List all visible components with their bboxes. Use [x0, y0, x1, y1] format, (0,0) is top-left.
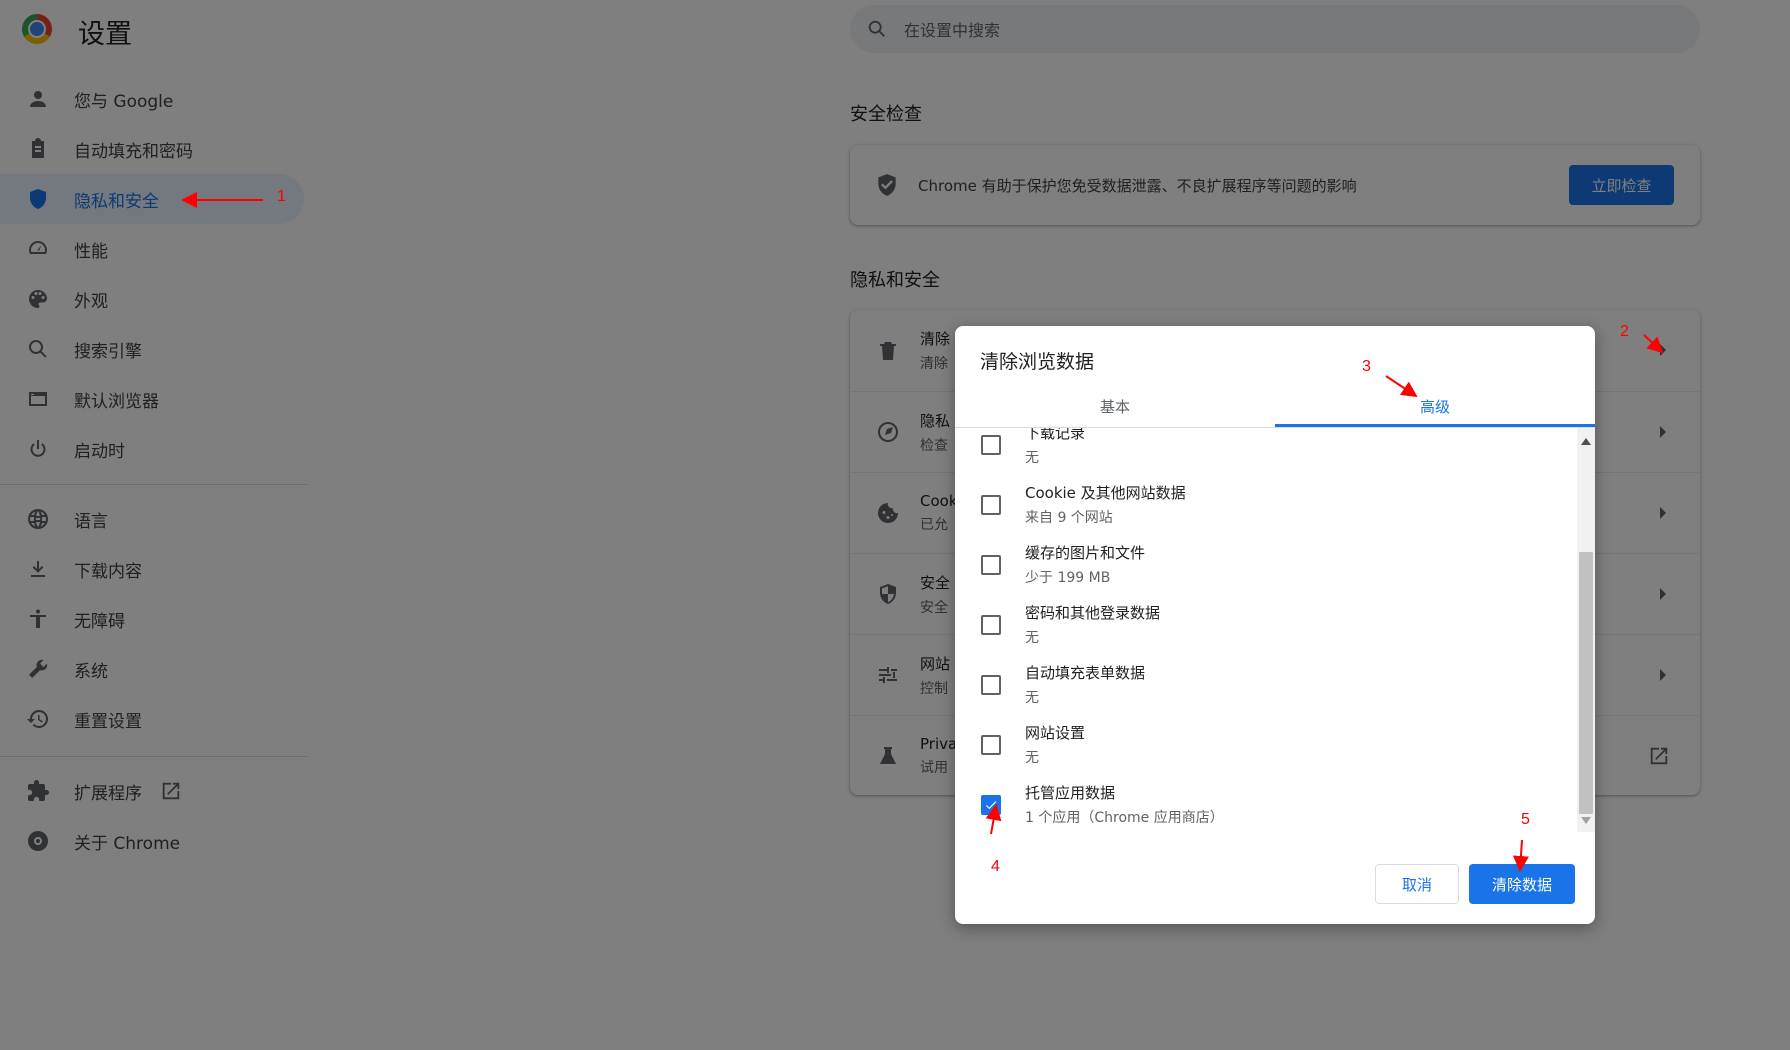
item-title: 托管应用数据 — [1025, 784, 1116, 802]
annotation-label-3: 3 — [1362, 358, 1371, 375]
dialog-title: 清除浏览数据 — [980, 351, 1095, 373]
list-item-autofill[interactable]: 自动填充表单数据 无 — [955, 656, 1555, 716]
list-item-cookies[interactable]: Cookie 及其他网站数据 来自 9 个网站 — [955, 476, 1555, 536]
clear-browsing-data-dialog: 清除浏览数据 基本 高级 下载记录 无 Cookie 及其他网站数据 来自 9 … — [955, 326, 1595, 924]
clear-data-button[interactable]: 清除数据 — [1469, 864, 1575, 904]
checkbox[interactable] — [981, 675, 1001, 695]
item-subtitle: 无 — [1025, 690, 1039, 706]
scroll-down-arrow-icon[interactable] — [1581, 817, 1591, 824]
annotation-label-2: 2 — [1620, 323, 1629, 340]
checkbox[interactable] — [981, 615, 1001, 635]
checkbox[interactable] — [981, 735, 1001, 755]
tab-basic[interactable]: 基本 — [955, 386, 1275, 427]
item-title: 密码和其他登录数据 — [1025, 604, 1161, 622]
item-title: 缓存的图片和文件 — [1025, 544, 1146, 562]
item-subtitle: 无 — [1025, 630, 1039, 646]
annotation-label-5: 5 — [1521, 811, 1530, 828]
list-item-cached-images[interactable]: 缓存的图片和文件 少于 199 MB — [955, 536, 1555, 596]
cancel-button[interactable]: 取消 — [1375, 864, 1459, 904]
item-title: 自动填充表单数据 — [1025, 664, 1146, 682]
item-title: 下载记录 — [1025, 428, 1086, 442]
scroll-up-arrow-icon[interactable] — [1581, 438, 1591, 445]
item-title: 网站设置 — [1025, 724, 1086, 742]
annotation-label-4: 4 — [991, 858, 1000, 875]
item-subtitle: 1 个应用（Chrome 应用商店） — [1025, 810, 1224, 826]
checkbox-checked[interactable] — [981, 795, 1001, 815]
item-subtitle: 无 — [1025, 450, 1039, 466]
list-item-passwords[interactable]: 密码和其他登录数据 无 — [955, 596, 1555, 656]
annotation-label-1: 1 — [277, 188, 286, 205]
tab-advanced[interactable]: 高级 — [1275, 386, 1595, 427]
clear-data-options-list[interactable]: 下载记录 无 Cookie 及其他网站数据 来自 9 个网站 缓存的图片和文件 … — [955, 428, 1577, 832]
checkbox[interactable] — [981, 495, 1001, 515]
list-item-site-settings[interactable]: 网站设置 无 — [955, 716, 1555, 776]
list-item-download-history[interactable]: 下载记录 无 — [955, 428, 1555, 476]
scrollbar-thumb[interactable] — [1579, 552, 1593, 814]
item-title: Cookie 及其他网站数据 — [1025, 484, 1186, 502]
list-item-hosted-app-data[interactable]: 托管应用数据 1 个应用（Chrome 应用商店） — [955, 776, 1555, 832]
item-subtitle: 少于 199 MB — [1025, 570, 1111, 586]
checkmark-icon — [985, 801, 997, 810]
checkbox[interactable] — [981, 555, 1001, 575]
item-subtitle: 无 — [1025, 750, 1039, 766]
item-subtitle: 来自 9 个网站 — [1025, 510, 1113, 526]
checkbox[interactable] — [981, 435, 1001, 455]
scrollbar[interactable] — [1577, 428, 1595, 832]
